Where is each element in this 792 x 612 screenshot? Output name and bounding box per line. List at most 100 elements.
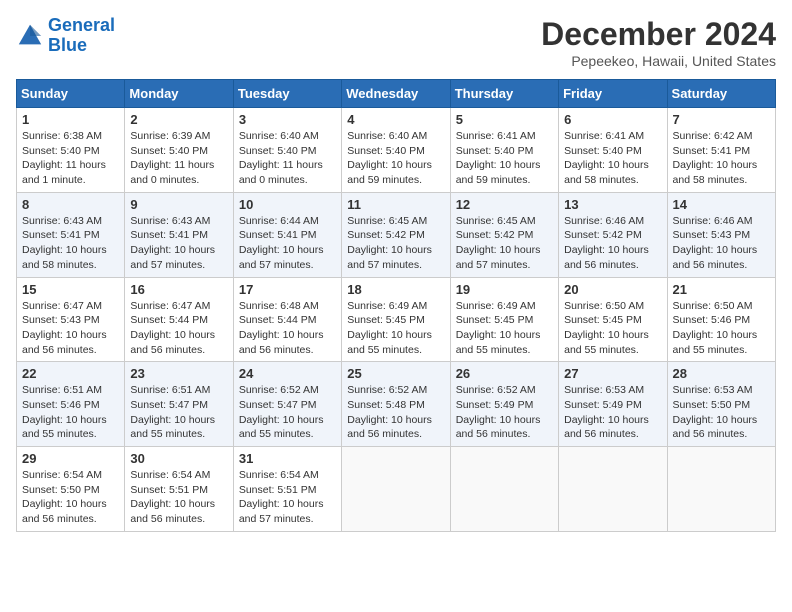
header-day: Friday — [559, 80, 667, 108]
day-info: Sunrise: 6:48 AMSunset: 5:44 PMDaylight:… — [239, 299, 336, 358]
calendar-cell: 20 Sunrise: 6:50 AMSunset: 5:45 PMDayligh… — [559, 277, 667, 362]
calendar-cell: 14 Sunrise: 6:46 AMSunset: 5:43 PMDayligh… — [667, 192, 775, 277]
calendar-header: SundayMondayTuesdayWednesdayThursdayFrid… — [17, 80, 776, 108]
calendar-cell — [559, 447, 667, 532]
calendar-cell: 28 Sunrise: 6:53 AMSunset: 5:50 PMDayligh… — [667, 362, 775, 447]
day-number: 5 — [456, 112, 553, 127]
day-number: 22 — [22, 366, 119, 381]
day-info: Sunrise: 6:50 AMSunset: 5:46 PMDaylight:… — [673, 299, 770, 358]
calendar-cell: 3 Sunrise: 6:40 AMSunset: 5:40 PMDaylight… — [233, 108, 341, 193]
calendar-cell: 4Sunrise: 6:40 AMSunset: 5:40 PMDaylight… — [342, 108, 450, 193]
header-day: Wednesday — [342, 80, 450, 108]
calendar-cell: 19 Sunrise: 6:49 AMSunset: 5:45 PMDayligh… — [450, 277, 558, 362]
day-info: Sunrise: 6:45 AMSunset: 5:42 PMDaylight:… — [456, 214, 553, 273]
day-info: Sunrise: 6:41 AMSunset: 5:40 PMDaylight:… — [564, 129, 661, 188]
calendar-cell: 15Sunrise: 6:47 AMSunset: 5:43 PMDayligh… — [17, 277, 125, 362]
header-day: Tuesday — [233, 80, 341, 108]
day-number: 17 — [239, 282, 336, 297]
day-number: 28 — [673, 366, 770, 381]
title-block: December 2024 Pepeekeo, Hawaii, United S… — [541, 16, 776, 69]
calendar-cell: 22 Sunrise: 6:51 AMSunset: 5:46 PMDayligh… — [17, 362, 125, 447]
calendar-cell: 18 Sunrise: 6:49 AMSunset: 5:45 PMDayligh… — [342, 277, 450, 362]
calendar-table: SundayMondayTuesdayWednesdayThursdayFrid… — [16, 79, 776, 532]
calendar-week-row: 1 Sunrise: 6:38 AMSunset: 5:40 PMDaylight… — [17, 108, 776, 193]
day-info: Sunrise: 6:46 AMSunset: 5:42 PMDaylight:… — [564, 214, 661, 273]
header-day: Monday — [125, 80, 233, 108]
calendar-cell: 24 Sunrise: 6:52 AMSunset: 5:47 PMDayligh… — [233, 362, 341, 447]
logo-line2: Blue — [48, 35, 87, 55]
day-number: 11 — [347, 197, 444, 212]
day-number: 19 — [456, 282, 553, 297]
day-number: 8 — [22, 197, 119, 212]
day-info: Sunrise: 6:43 AMSunset: 5:41 PMDaylight:… — [22, 214, 119, 273]
day-number: 10 — [239, 197, 336, 212]
logo-line1: General — [48, 15, 115, 35]
logo-icon — [16, 22, 44, 50]
calendar-cell: 17 Sunrise: 6:48 AMSunset: 5:44 PMDayligh… — [233, 277, 341, 362]
day-info: Sunrise: 6:38 AMSunset: 5:40 PMDaylight:… — [22, 129, 119, 188]
day-info: Sunrise: 6:39 AMSunset: 5:40 PMDaylight:… — [130, 129, 227, 188]
day-info: Sunrise: 6:53 AMSunset: 5:50 PMDaylight:… — [673, 383, 770, 442]
day-info: Sunrise: 6:51 AMSunset: 5:47 PMDaylight:… — [130, 383, 227, 442]
header-day: Saturday — [667, 80, 775, 108]
day-info: Sunrise: 6:44 AMSunset: 5:41 PMDaylight:… — [239, 214, 336, 273]
day-number: 29 — [22, 451, 119, 466]
day-number: 20 — [564, 282, 661, 297]
day-info: Sunrise: 6:41 AMSunset: 5:40 PMDaylight:… — [456, 129, 553, 188]
day-number: 3 — [239, 112, 336, 127]
calendar-cell: 12 Sunrise: 6:45 AMSunset: 5:42 PMDayligh… — [450, 192, 558, 277]
logo: General Blue — [16, 16, 115, 56]
header-day: Thursday — [450, 80, 558, 108]
day-info: Sunrise: 6:40 AMSunset: 5:40 PMDaylight:… — [239, 129, 336, 188]
calendar-cell: 21 Sunrise: 6:50 AMSunset: 5:46 PMDayligh… — [667, 277, 775, 362]
calendar-week-row: 22 Sunrise: 6:51 AMSunset: 5:46 PMDayligh… — [17, 362, 776, 447]
logo-text: General Blue — [48, 16, 115, 56]
calendar-cell: 26 Sunrise: 6:52 AMSunset: 5:49 PMDayligh… — [450, 362, 558, 447]
day-number: 14 — [673, 197, 770, 212]
day-number: 26 — [456, 366, 553, 381]
header-row: SundayMondayTuesdayWednesdayThursdayFrid… — [17, 80, 776, 108]
calendar-body: 1 Sunrise: 6:38 AMSunset: 5:40 PMDaylight… — [17, 108, 776, 532]
day-number: 7 — [673, 112, 770, 127]
day-info: Sunrise: 6:47 AMSunset: 5:43 PMDaylight:… — [22, 299, 119, 358]
day-info: Sunrise: 6:54 AMSunset: 5:51 PMDaylight:… — [130, 468, 227, 527]
day-info: Sunrise: 6:50 AMSunset: 5:45 PMDaylight:… — [564, 299, 661, 358]
day-info: Sunrise: 6:52 AMSunset: 5:48 PMDaylight:… — [347, 383, 444, 442]
day-info: Sunrise: 6:52 AMSunset: 5:49 PMDaylight:… — [456, 383, 553, 442]
day-info: Sunrise: 6:47 AMSunset: 5:44 PMDaylight:… — [130, 299, 227, 358]
calendar-cell: 8 Sunrise: 6:43 AMSunset: 5:41 PMDaylight… — [17, 192, 125, 277]
calendar-cell — [342, 447, 450, 532]
calendar-cell: 31Sunrise: 6:54 AMSunset: 5:51 PMDayligh… — [233, 447, 341, 532]
page-header: General Blue December 2024 Pepeekeo, Haw… — [16, 16, 776, 69]
day-number: 12 — [456, 197, 553, 212]
calendar-cell: 27Sunrise: 6:53 AMSunset: 5:49 PMDayligh… — [559, 362, 667, 447]
day-info: Sunrise: 6:49 AMSunset: 5:45 PMDaylight:… — [456, 299, 553, 358]
location: Pepeekeo, Hawaii, United States — [541, 53, 776, 69]
day-info: Sunrise: 6:42 AMSunset: 5:41 PMDaylight:… — [673, 129, 770, 188]
day-number: 23 — [130, 366, 227, 381]
calendar-cell: 10 Sunrise: 6:44 AMSunset: 5:41 PMDayligh… — [233, 192, 341, 277]
header-day: Sunday — [17, 80, 125, 108]
day-number: 24 — [239, 366, 336, 381]
day-info: Sunrise: 6:46 AMSunset: 5:43 PMDaylight:… — [673, 214, 770, 273]
day-info: Sunrise: 6:43 AMSunset: 5:41 PMDaylight:… — [130, 214, 227, 273]
day-info: Sunrise: 6:49 AMSunset: 5:45 PMDaylight:… — [347, 299, 444, 358]
calendar-week-row: 15Sunrise: 6:47 AMSunset: 5:43 PMDayligh… — [17, 277, 776, 362]
calendar-cell: 7 Sunrise: 6:42 AMSunset: 5:41 PMDaylight… — [667, 108, 775, 193]
day-info: Sunrise: 6:54 AMSunset: 5:50 PMDaylight:… — [22, 468, 119, 527]
day-number: 6 — [564, 112, 661, 127]
day-number: 2 — [130, 112, 227, 127]
calendar-cell: 30Sunrise: 6:54 AMSunset: 5:51 PMDayligh… — [125, 447, 233, 532]
calendar-week-row: 29 Sunrise: 6:54 AMSunset: 5:50 PMDayligh… — [17, 447, 776, 532]
day-info: Sunrise: 6:53 AMSunset: 5:49 PMDaylight:… — [564, 383, 661, 442]
day-info: Sunrise: 6:54 AMSunset: 5:51 PMDaylight:… — [239, 468, 336, 527]
day-number: 18 — [347, 282, 444, 297]
calendar-cell: 2 Sunrise: 6:39 AMSunset: 5:40 PMDaylight… — [125, 108, 233, 193]
day-info: Sunrise: 6:51 AMSunset: 5:46 PMDaylight:… — [22, 383, 119, 442]
day-number: 21 — [673, 282, 770, 297]
calendar-cell: 16Sunrise: 6:47 AMSunset: 5:44 PMDayligh… — [125, 277, 233, 362]
day-number: 1 — [22, 112, 119, 127]
calendar-cell — [450, 447, 558, 532]
day-info: Sunrise: 6:52 AMSunset: 5:47 PMDaylight:… — [239, 383, 336, 442]
calendar-cell: 13Sunrise: 6:46 AMSunset: 5:42 PMDayligh… — [559, 192, 667, 277]
